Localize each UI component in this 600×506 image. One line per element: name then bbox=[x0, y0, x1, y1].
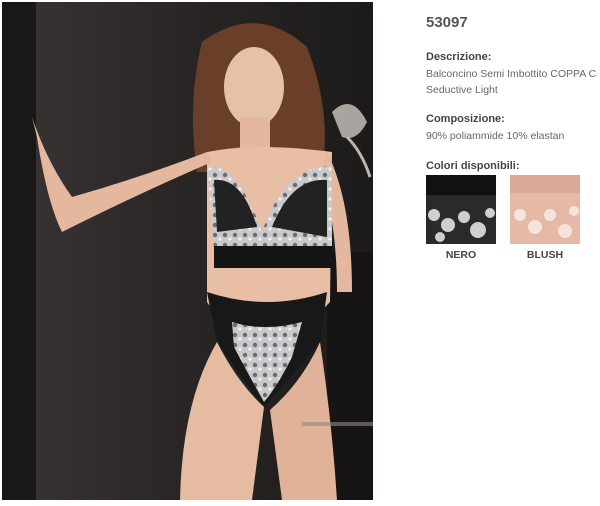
composition-value: 90% poliammide 10% elastan bbox=[426, 130, 565, 142]
color-name-nero: NERO bbox=[445, 249, 477, 261]
product-photo bbox=[2, 2, 373, 500]
colors-label: Colori disponibili: bbox=[426, 160, 520, 172]
color-name-blush: BLUSH bbox=[526, 249, 564, 261]
color-swatch-nero[interactable] bbox=[426, 175, 496, 244]
color-swatch-blush[interactable] bbox=[510, 175, 580, 244]
description-label: Descrizione: bbox=[426, 51, 492, 63]
description-line-2: Seductive Light bbox=[426, 84, 498, 96]
composition-label: Composizione: bbox=[426, 113, 505, 125]
description-line-1: Balconcino Semi Imbottito COPPA C bbox=[426, 68, 597, 80]
product-code: 53097 bbox=[426, 14, 468, 31]
